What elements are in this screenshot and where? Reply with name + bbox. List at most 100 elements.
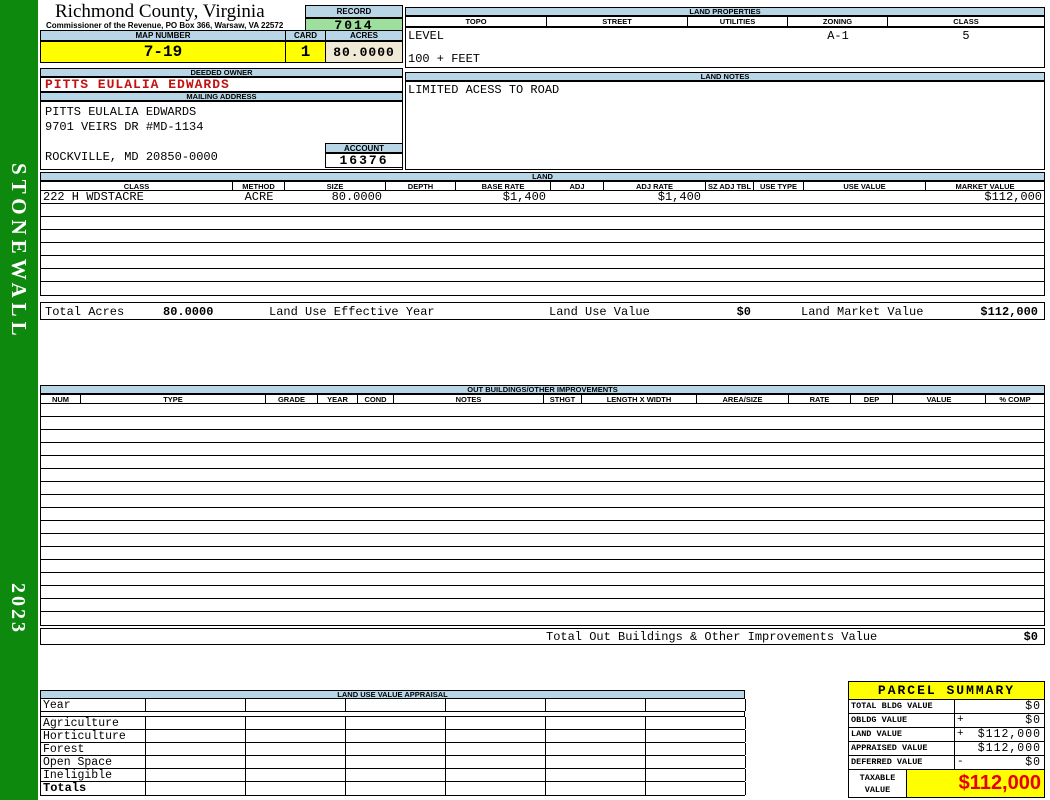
acres-label: ACRES <box>325 30 403 41</box>
summary-label: OBLDG VALUE <box>849 714 955 727</box>
acres-value: 80.0000 <box>325 41 403 63</box>
summary-label: APPRAISED VALUE <box>849 742 955 755</box>
summary-row-total-bldg: TOTAL BLDG VALUE $0 <box>848 700 1045 714</box>
land-col-class: CLASS <box>41 182 233 190</box>
summary-value: $112,000 <box>977 742 1041 755</box>
parcel-summary-table: TOTAL BLDG VALUE $0 OBLDG VALUE + $0 LAND… <box>848 700 1045 798</box>
tax-year-vertical: 2023 <box>7 583 29 635</box>
land-row-base-rate: $1,400 <box>502 190 546 204</box>
land-col-adj: ADJ <box>551 182 604 190</box>
ob-col-rate: RATE <box>789 395 851 403</box>
mailing-address-label: MAILING ADDRESS <box>40 92 403 101</box>
appraisal-label: Agriculture <box>41 717 146 729</box>
land-col-base-rate: BASE RATE <box>456 182 551 190</box>
ob-col-area-size: AREA/SIZE <box>697 395 789 403</box>
total-acres-value: 80.0000 <box>163 305 214 319</box>
ob-col-dep: DEP <box>851 395 893 403</box>
out-buildings-title: OUT BUILDINGS/OTHER IMPROVEMENTS <box>40 385 1045 394</box>
record-label: RECORD <box>305 5 403 18</box>
ob-col-comp: % COMP <box>999 395 1031 403</box>
land-use-appraisal-table: Year Agriculture Horticulture Forest Ope… <box>40 699 746 796</box>
frontage-note: 100 + FEET <box>408 52 481 66</box>
appraisal-row-year: Year <box>40 699 746 712</box>
summary-label: LAND VALUE <box>849 728 955 741</box>
district-name-vertical: STONEWALL <box>7 163 31 341</box>
appraisal-label: Totals <box>41 782 146 795</box>
summary-label: DEFERRED VALUE <box>849 756 955 769</box>
land-col-sz-adj-tbl: SZ ADJ TBL <box>706 182 754 190</box>
out-buildings-total-value: $0 <box>1023 630 1038 644</box>
map-number-label: MAP NUMBER <box>40 30 286 41</box>
out-buildings-header-row: NUM TYPE GRADE YEAR COND NOTES STHGT LEN… <box>40 394 1045 404</box>
land-properties-body: LEVEL A-1 5 100 + FEET <box>405 27 1045 68</box>
card-label: CARD <box>285 30 326 41</box>
land-row-market-value: $112,000 <box>984 190 1042 204</box>
summary-value: + $112,000 <box>957 728 1041 741</box>
land-use-effective-year-label: Land Use Effective Year <box>269 305 435 319</box>
total-acres-label: Total Acres <box>45 305 125 319</box>
land-use-value: $0 <box>736 305 751 319</box>
summary-row-land-value: LAND VALUE + $112,000 <box>848 728 1045 742</box>
land-properties-title: LAND PROPERTIES <box>405 7 1045 16</box>
summary-value: + $0 <box>957 714 1041 727</box>
topo-value: LEVEL <box>408 29 445 43</box>
land-market-value: $112,000 <box>980 305 1038 319</box>
appraisal-row-agriculture: Agriculture <box>40 717 746 730</box>
card-value: 1 <box>285 41 326 63</box>
out-buildings-total-row: Total Out Buildings & Other Improvements… <box>40 628 1045 645</box>
appraisal-label: Year <box>41 699 146 711</box>
zoning-value: A-1 <box>827 29 849 43</box>
summary-row-taxable: TAXABLE VALUE $112,000 <box>848 770 1045 798</box>
land-market-value-label: Land Market Value <box>801 305 924 319</box>
land-notes-box: LIMITED ACESS TO ROAD <box>405 81 1045 170</box>
address-line-2: 9701 VEIRS DR #MD-1134 <box>45 120 204 134</box>
out-buildings-total-label: Total Out Buildings & Other Improvements… <box>546 630 878 644</box>
column-header-zoning: ZONING <box>788 17 888 26</box>
land-col-size: SIZE <box>285 182 386 190</box>
land-col-depth: DEPTH <box>386 182 456 190</box>
appraisal-label: Forest <box>41 743 146 755</box>
summary-op: + <box>957 714 965 726</box>
map-number-value: 7-19 <box>40 41 286 63</box>
land-col-adj-rate: ADJ RATE <box>604 182 706 190</box>
ob-col-grade: GRADE <box>266 395 318 403</box>
land-table-row: 222 H WDSTACRE ACRE 80.0000 $1,400 $1,40… <box>40 191 1045 204</box>
land-table-title: LAND <box>40 172 1045 181</box>
land-row-size: 80.0000 <box>331 190 382 204</box>
appraisal-row-forest: Forest <box>40 743 746 756</box>
land-row-adj-rate: $1,400 <box>657 190 701 204</box>
appraisal-row-ineligible: Ineligible <box>40 769 746 782</box>
district-sidebar: STONEWALL 2023 <box>0 0 38 800</box>
ob-col-year: YEAR <box>318 395 358 403</box>
summary-op: - <box>957 756 965 768</box>
county-title: Richmond County, Virginia <box>55 1 265 22</box>
commissioner-line: Commissioner of the Revenue, PO Box 366,… <box>46 21 284 30</box>
column-header-class: CLASS <box>953 17 979 26</box>
taxable-value-label: TAXABLE VALUE <box>849 770 907 797</box>
appraisal-label: Horticulture <box>41 730 146 742</box>
address-line-3: ROCKVILLE, MD 20850-0000 <box>45 150 218 164</box>
account-label: ACCOUNT <box>325 143 403 153</box>
taxable-value: $112,000 <box>907 770 1044 797</box>
land-properties-header-row: TOPO STREET UTILITIES ZONING CLASS <box>405 16 1045 27</box>
summary-row-appraised: APPRAISED VALUE $112,000 <box>848 742 1045 756</box>
land-note-text: LIMITED ACESS TO ROAD <box>408 83 560 97</box>
appraisal-row-totals: Totals <box>40 782 746 796</box>
deeded-owner-label: DEEDED OWNER <box>40 68 403 77</box>
ob-col-cond: COND <box>358 395 394 403</box>
summary-op: + <box>957 728 965 740</box>
summary-value: - $0 <box>957 756 1041 769</box>
ob-col-notes: NOTES <box>394 395 544 403</box>
account-value: 16376 <box>325 153 403 168</box>
land-col-use-value: USE VALUE <box>804 182 926 190</box>
land-table-empty-rows <box>40 204 1045 296</box>
ob-col-sthgt: STHGT <box>544 395 582 403</box>
land-row-class: 222 H WDSTACRE <box>43 190 144 204</box>
ob-col-type: TYPE <box>81 395 266 403</box>
address-line-1: PITTS EULALIA EDWARDS <box>45 105 197 119</box>
appraisal-label: Ineligible <box>41 769 146 781</box>
land-row-method: ACRE <box>244 190 274 204</box>
summary-row-obldg: OBLDG VALUE + $0 <box>848 714 1045 728</box>
deeded-owner-value: PITTS EULALIA EDWARDS <box>40 77 403 92</box>
summary-label: TOTAL BLDG VALUE <box>849 700 955 713</box>
